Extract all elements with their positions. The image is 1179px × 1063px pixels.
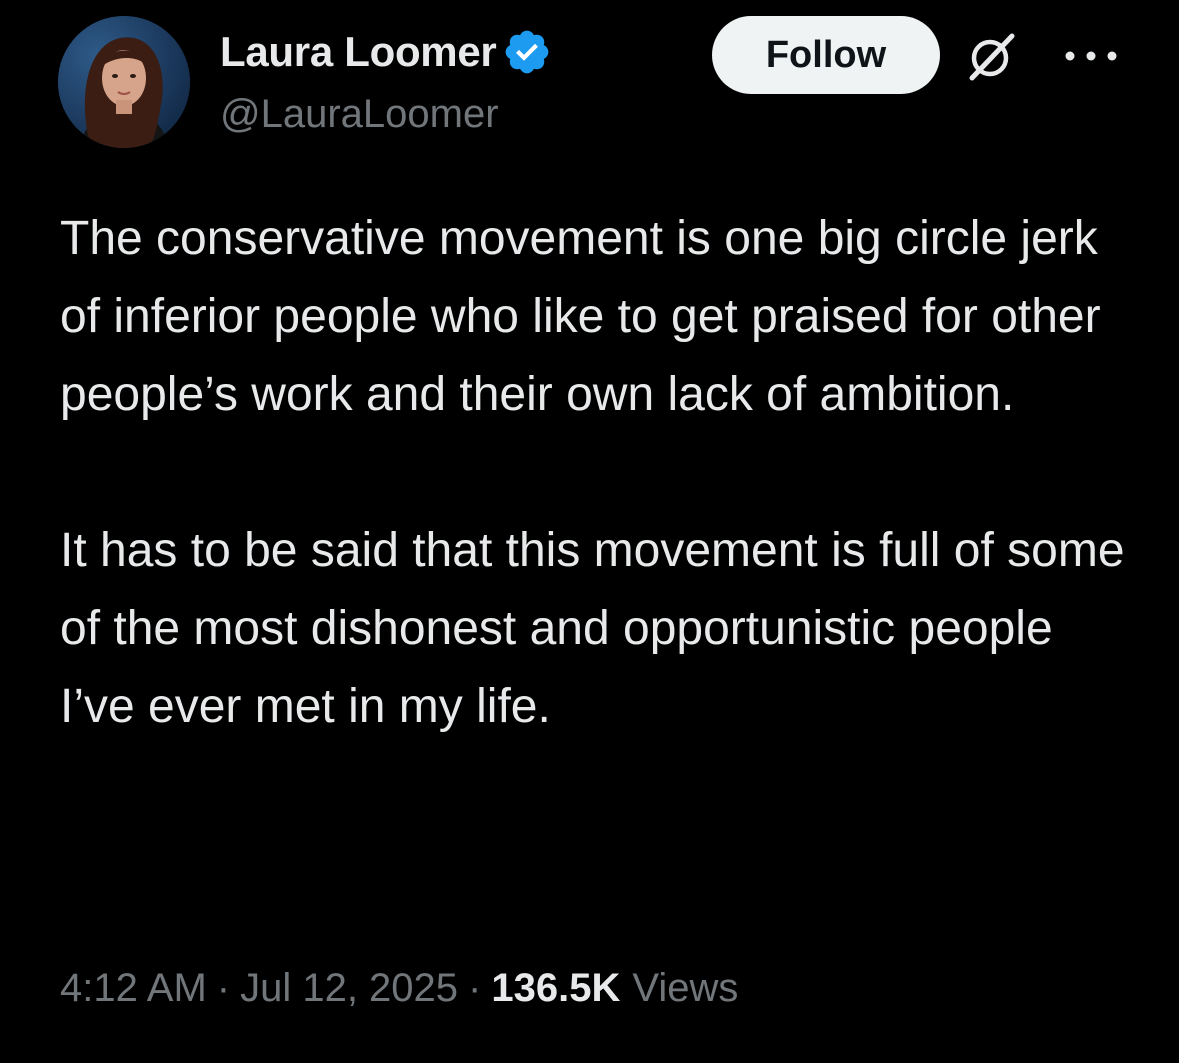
username-handle[interactable]: @LauraLoomer <box>220 92 499 137</box>
tweet-paragraph: It has to be said that this movement is … <box>60 524 1125 733</box>
tweet-paragraph: The conservative movement is one big cir… <box>60 212 1101 421</box>
tweet-meta: 4:12 AM · Jul 12, 2025 · 136.5K Views <box>60 966 738 1011</box>
avatar[interactable] <box>58 16 190 148</box>
display-name-row[interactable]: Laura Loomer <box>220 24 552 80</box>
verified-badge-icon[interactable] <box>502 27 552 77</box>
timestamp-date[interactable]: Jul 12, 2025 <box>240 966 458 1011</box>
tweet-text: The conservative movement is one big cir… <box>60 200 1140 746</box>
grok-icon[interactable] <box>962 28 1020 86</box>
more-horizontal-icon[interactable] <box>1060 46 1122 66</box>
avatar-image <box>58 16 190 148</box>
separator-dot: · <box>216 966 231 1010</box>
follow-button[interactable]: Follow <box>712 16 940 94</box>
timestamp-time[interactable]: 4:12 AM <box>60 966 207 1011</box>
views-count[interactable]: 136.5K <box>491 966 620 1011</box>
display-name[interactable]: Laura Loomer <box>220 28 497 76</box>
views-label[interactable]: Views <box>632 966 738 1011</box>
tweet: Laura Loomer @LauraLoomer Follow The con… <box>0 0 1179 1063</box>
separator-dot: · <box>468 966 482 1010</box>
